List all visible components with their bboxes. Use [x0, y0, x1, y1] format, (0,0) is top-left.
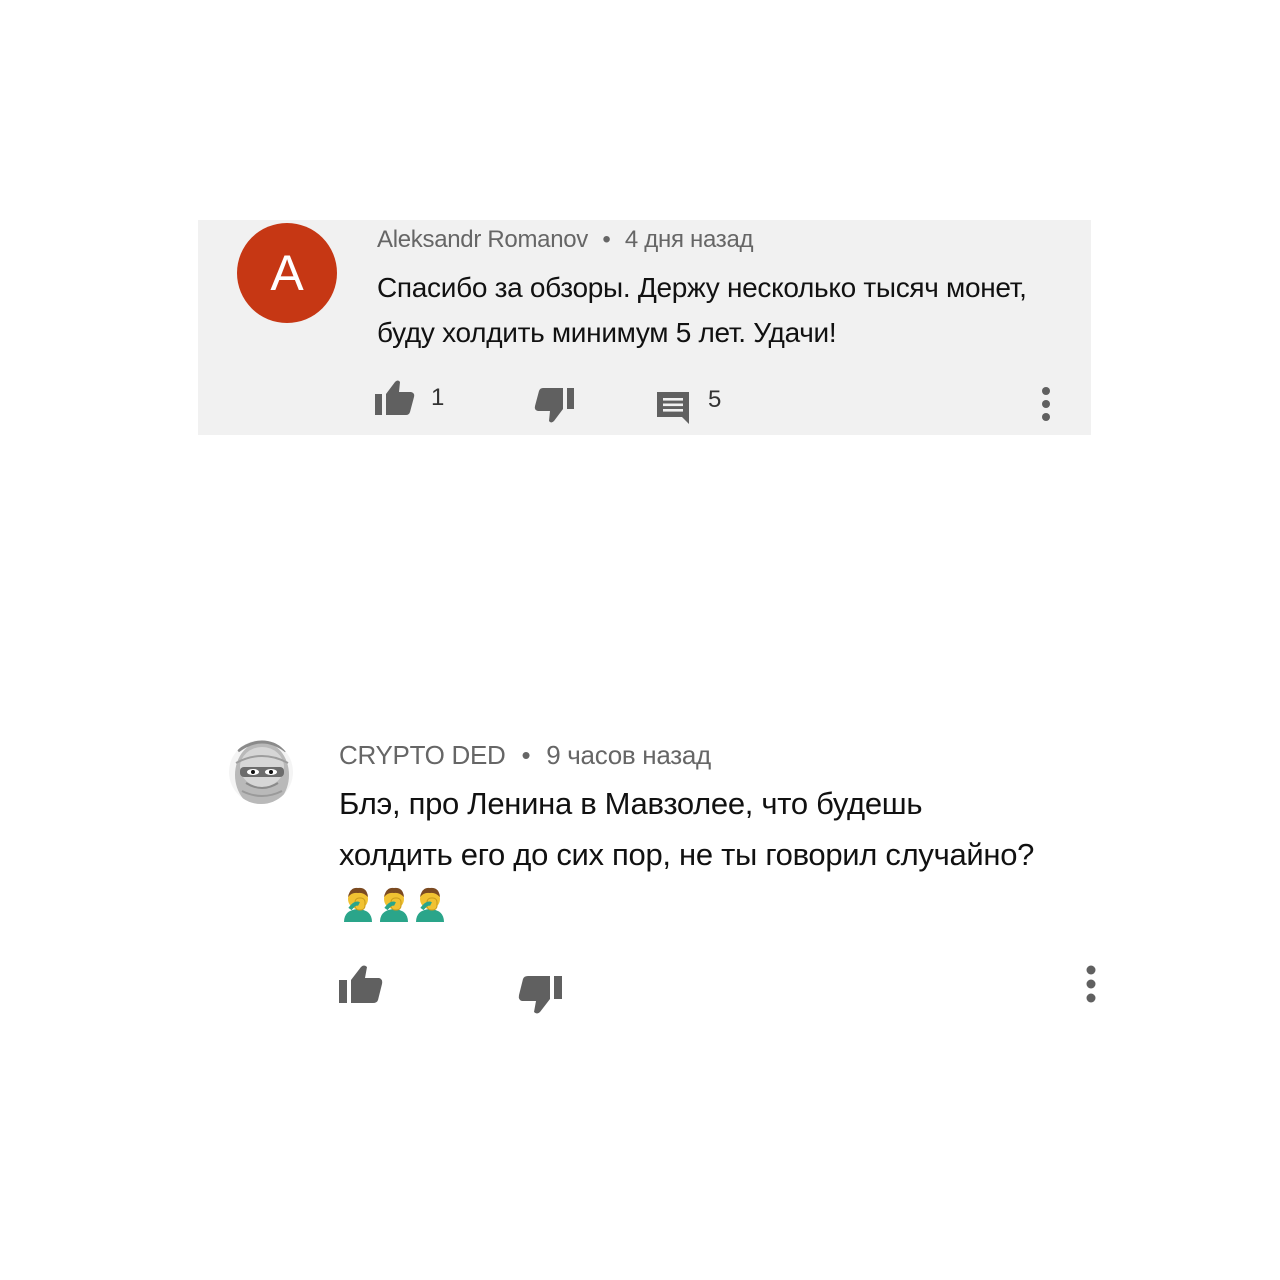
comment-text: Блэ, про Ленина в Мавзолее, что будешь х…: [339, 786, 1035, 872]
thumbs-up-icon[interactable]: [375, 379, 415, 416]
comment-header: CRYPTO DED • 9 часов назад: [339, 740, 711, 771]
comment-card: CRYPTO DED • 9 часов назад Блэ, про Лени…: [228, 735, 1108, 1035]
author-name[interactable]: Aleksandr Romanov: [377, 226, 588, 253]
thumbs-up-icon[interactable]: [339, 964, 383, 1004]
facepalm-emoji: [377, 886, 411, 922]
meta-separator: •: [602, 226, 611, 253]
masked-man-avatar[interactable]: [228, 737, 294, 807]
more-vert-icon[interactable]: [1036, 386, 1056, 426]
comment-header: Aleksandr Romanov • 4 дня назад: [377, 226, 754, 254]
author-name[interactable]: CRYPTO DED: [339, 740, 506, 770]
comment-time: 4 дня назад: [624, 226, 754, 253]
thumbs-down-icon[interactable]: [518, 976, 562, 1016]
comment-icon[interactable]: [655, 390, 691, 424]
more-vert-icon[interactable]: [1081, 965, 1101, 1007]
comment-text: Спасибо за обзоры. Держу несколько тысяч…: [377, 272, 1027, 348]
like-count: 1: [431, 384, 445, 411]
comment-text-block: Блэ, про Ленина в Мавзолее, что будешь х…: [339, 778, 1039, 937]
thumbs-down-icon[interactable]: [534, 388, 574, 425]
avatar[interactable]: A: [237, 223, 337, 323]
emoji-group: [339, 886, 447, 937]
reply-count[interactable]: 5: [708, 386, 721, 414]
facepalm-emoji: [413, 886, 447, 922]
comment-card: A Aleksandr Romanov • 4 дня назад Спасиб…: [198, 220, 1091, 435]
comment-time: 9 часов назад: [546, 740, 711, 770]
meta-separator: •: [521, 740, 531, 770]
facepalm-emoji: [341, 886, 375, 922]
